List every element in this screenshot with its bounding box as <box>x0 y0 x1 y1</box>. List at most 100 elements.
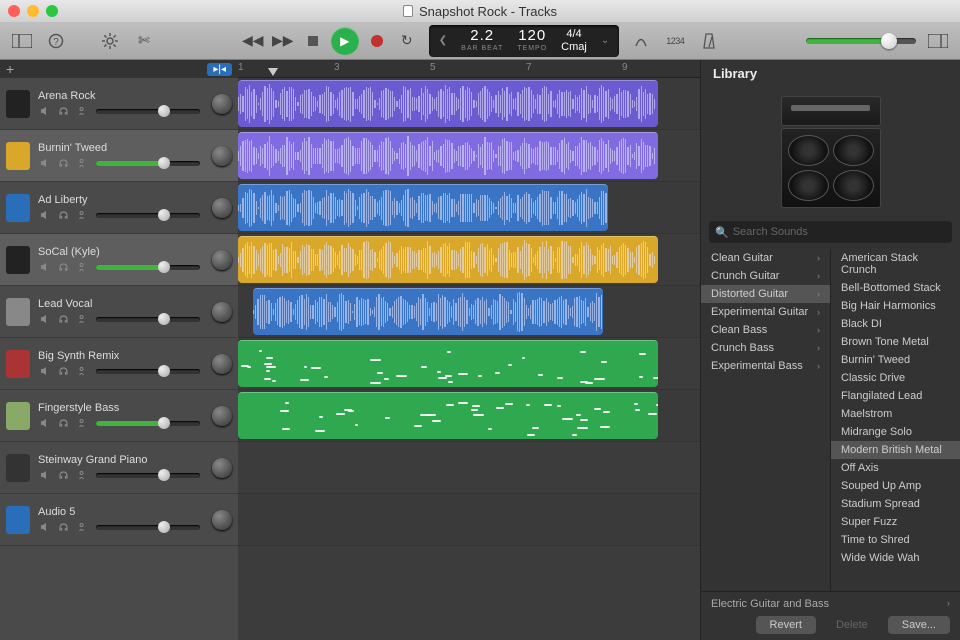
track-lane[interactable] <box>238 78 700 130</box>
region[interactable] <box>238 340 658 387</box>
library-preset-item[interactable]: Wide Wide Wah <box>831 549 960 567</box>
catch-playhead-button[interactable]: ▸|◂ <box>207 63 232 76</box>
region[interactable] <box>238 184 608 231</box>
track-header[interactable]: SoCal (Kyle) <box>0 234 238 286</box>
metronome-icon[interactable] <box>697 29 721 53</box>
input-monitor-icon[interactable] <box>74 105 88 117</box>
headphones-icon[interactable] <box>56 105 70 117</box>
pan-knob[interactable] <box>212 302 232 322</box>
library-preset-item[interactable]: Burnin' Tweed <box>831 351 960 369</box>
chevron-down-icon[interactable]: ⌄ <box>601 35 609 46</box>
slider-thumb[interactable] <box>158 417 170 429</box>
mute-button[interactable] <box>38 521 52 533</box>
headphones-icon[interactable] <box>56 209 70 221</box>
pan-knob[interactable] <box>212 146 232 166</box>
track-instrument-icon[interactable] <box>6 298 30 326</box>
pan-knob[interactable] <box>212 250 232 270</box>
library-search-input[interactable]: 🔍 Search Sounds <box>709 221 952 243</box>
track-lane[interactable] <box>238 234 700 286</box>
slider-thumb[interactable] <box>158 105 170 117</box>
track-instrument-icon[interactable] <box>6 142 30 170</box>
mute-button[interactable] <box>38 105 52 117</box>
revert-button[interactable]: Revert <box>756 616 816 634</box>
library-preset-item[interactable]: Maelstrom <box>831 405 960 423</box>
input-monitor-icon[interactable] <box>74 157 88 169</box>
library-toggle-icon[interactable] <box>10 29 34 53</box>
input-monitor-icon[interactable] <box>74 469 88 481</box>
track-instrument-icon[interactable] <box>6 350 30 378</box>
track-header[interactable]: Fingerstyle Bass <box>0 390 238 442</box>
tuner-icon[interactable] <box>629 29 653 53</box>
pan-knob[interactable] <box>212 198 232 218</box>
track-header[interactable]: Burnin' Tweed <box>0 130 238 182</box>
library-category-item[interactable]: Clean Guitar› <box>701 249 830 267</box>
editors-toggle-icon[interactable] <box>926 29 950 53</box>
track-volume-slider[interactable] <box>96 109 200 114</box>
library-category-item[interactable]: Crunch Guitar› <box>701 267 830 285</box>
library-preset-item[interactable]: Big Hair Harmonics <box>831 297 960 315</box>
mute-button[interactable] <box>38 313 52 325</box>
arrangement-area[interactable]: 13579 <box>238 60 700 640</box>
delete-button[interactable]: Delete <box>822 616 882 634</box>
track-lane[interactable] <box>238 338 700 390</box>
add-track-button[interactable]: + <box>6 61 14 77</box>
headphones-icon[interactable] <box>56 157 70 169</box>
pan-knob[interactable] <box>212 406 232 426</box>
headphones-icon[interactable] <box>56 521 70 533</box>
library-preset-item[interactable]: Flangilated Lead <box>831 387 960 405</box>
chevron-left-icon[interactable]: ❮ <box>439 35 447 46</box>
region[interactable] <box>238 132 658 179</box>
pan-knob[interactable] <box>212 458 232 478</box>
fullscreen-button[interactable] <box>46 5 58 17</box>
pan-knob[interactable] <box>212 94 232 114</box>
headphones-icon[interactable] <box>56 417 70 429</box>
chevron-right-icon[interactable]: › <box>947 598 950 610</box>
track-header[interactable]: Ad Liberty <box>0 182 238 234</box>
library-preset-item[interactable]: American Stack Crunch <box>831 249 960 279</box>
track-header[interactable]: Audio 5 <box>0 494 238 546</box>
track-volume-slider[interactable] <box>96 317 200 322</box>
count-in-button[interactable]: 1234 <box>663 29 687 53</box>
slider-thumb[interactable] <box>158 365 170 377</box>
input-monitor-icon[interactable] <box>74 365 88 377</box>
library-column-1[interactable]: Clean Guitar›Crunch Guitar›Distorted Gui… <box>701 249 831 591</box>
library-preset-item[interactable]: Bell-Bottomed Stack <box>831 279 960 297</box>
track-volume-slider[interactable] <box>96 213 200 218</box>
library-preset-item[interactable]: Black DI <box>831 315 960 333</box>
library-category-item[interactable]: Distorted Guitar› <box>701 285 830 303</box>
track-volume-slider[interactable] <box>96 265 200 270</box>
record-button[interactable] <box>365 29 389 53</box>
close-button[interactable] <box>8 5 20 17</box>
lcd-display[interactable]: ❮ 2.2 BAR BEAT 120 TEMPO 4/4 Cmaj ⌄ <box>429 25 619 57</box>
library-preset-item[interactable]: Stadium Spread <box>831 495 960 513</box>
mute-button[interactable] <box>38 417 52 429</box>
track-instrument-icon[interactable] <box>6 246 30 274</box>
stop-button[interactable] <box>301 29 325 53</box>
library-preset-item[interactable]: Brown Tone Metal <box>831 333 960 351</box>
slider-thumb[interactable] <box>158 313 170 325</box>
track-header[interactable]: Arena Rock <box>0 78 238 130</box>
input-monitor-icon[interactable] <box>74 521 88 533</box>
library-column-2[interactable]: American Stack CrunchBell-Bottomed Stack… <box>831 249 960 591</box>
mute-button[interactable] <box>38 365 52 377</box>
master-volume-slider[interactable] <box>806 38 916 44</box>
region[interactable] <box>253 288 603 335</box>
track-volume-slider[interactable] <box>96 421 200 426</box>
slider-thumb[interactable] <box>158 157 170 169</box>
library-preset-item[interactable]: Modern British Metal <box>831 441 960 459</box>
mute-button[interactable] <box>38 261 52 273</box>
pan-knob[interactable] <box>212 510 232 530</box>
library-preset-item[interactable]: Souped Up Amp <box>831 477 960 495</box>
library-preset-item[interactable]: Off Axis <box>831 459 960 477</box>
slider-thumb[interactable] <box>158 209 170 221</box>
settings-icon[interactable] <box>98 29 122 53</box>
cycle-button[interactable]: ↻ <box>395 29 419 53</box>
save-button[interactable]: Save... <box>888 616 950 634</box>
library-category-item[interactable]: Experimental Guitar› <box>701 303 830 321</box>
mute-button[interactable] <box>38 469 52 481</box>
library-preset-item[interactable]: Time to Shred <box>831 531 960 549</box>
track-lane[interactable] <box>238 442 700 494</box>
library-preset-item[interactable]: Super Fuzz <box>831 513 960 531</box>
track-lane[interactable] <box>238 286 700 338</box>
playhead-marker[interactable] <box>268 68 278 76</box>
